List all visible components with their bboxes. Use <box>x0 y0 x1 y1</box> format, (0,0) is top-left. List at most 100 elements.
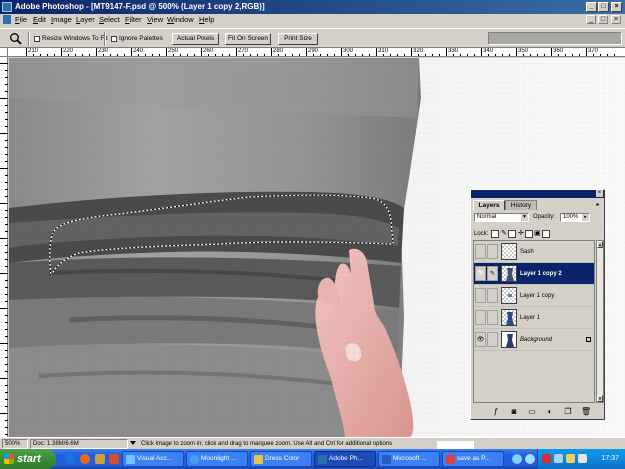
lock-all-checkbox[interactable] <box>542 230 550 238</box>
link-toggle[interactable] <box>487 288 498 303</box>
task-moonlight[interactable]: Moonlight ... <box>186 451 248 467</box>
add-mask-icon[interactable]: ◙ <box>509 407 519 417</box>
ruler-tick <box>5 147 8 148</box>
ruler-tick <box>5 245 8 246</box>
tray-icon-network[interactable] <box>554 454 563 463</box>
link-toggle[interactable] <box>487 244 498 259</box>
folder-icon[interactable] <box>95 454 105 464</box>
task-dress-color[interactable]: Dress Color <box>250 451 312 467</box>
fit-on-screen-button[interactable]: Fit On Screen <box>225 33 271 45</box>
task-microsoft[interactable]: Microsoft ... <box>378 451 440 467</box>
app-icon <box>126 455 135 464</box>
info-menu-arrow-icon[interactable] <box>130 441 136 445</box>
opacity-field[interactable]: 100% ▸ <box>560 213 590 222</box>
zoom-tool-icon[interactable] <box>9 32 23 45</box>
layers-scrollbar[interactable]: ▲ ▼ <box>596 240 604 403</box>
blend-mode-select[interactable]: Normal ▼ <box>474 213 529 222</box>
trash-icon[interactable]: 🗑 <box>581 407 591 417</box>
link-toggle[interactable] <box>487 332 498 347</box>
eye-icon[interactable]: 👁 <box>475 266 486 281</box>
ruler-major-tick <box>376 48 377 56</box>
ignore-palettes-checkbox[interactable] <box>111 36 117 42</box>
close-button[interactable]: × <box>611 2 622 12</box>
ruler-origin[interactable] <box>0 48 8 57</box>
ruler-minor-tick <box>187 54 188 56</box>
title-bar[interactable]: Adobe Photoshop - [MT9147-F.psd @ 500% (… <box>0 0 625 14</box>
task-adobe-photoshop[interactable]: Adobe Ph... <box>314 451 376 467</box>
scroll-down-icon[interactable]: ▼ <box>597 395 603 402</box>
menu-image[interactable]: Image <box>51 15 72 25</box>
eye-icon[interactable]: 👁 <box>475 332 486 347</box>
visibility-toggle[interactable] <box>475 288 486 303</box>
zoom-level-field[interactable]: 500% <box>2 439 28 449</box>
help-icon[interactable] <box>525 454 535 464</box>
visibility-toggle[interactable] <box>475 244 486 259</box>
lock-transparency-checkbox[interactable] <box>491 230 499 238</box>
layers-palette-titlebar[interactable]: × <box>471 190 604 198</box>
palette-menu-arrow[interactable]: ▸ <box>594 201 602 209</box>
tray-icon-volume[interactable] <box>578 454 587 463</box>
ruler-minor-tick <box>33 54 34 56</box>
language-icon[interactable] <box>512 454 522 464</box>
visibility-toggle[interactable] <box>475 310 486 325</box>
doc-minimize-button[interactable]: _ <box>586 15 596 24</box>
new-set-icon[interactable]: ▭ <box>527 407 537 417</box>
layer-row-layer-1-copy-2[interactable]: 👁 ✎ Layer 1 copy 2 <box>474 263 594 285</box>
app-icon <box>446 455 455 464</box>
firefox-icon[interactable] <box>80 454 90 464</box>
layer-style-icon[interactable]: ƒ <box>491 407 501 417</box>
menu-help[interactable]: Help <box>199 15 214 25</box>
clock[interactable]: 17:37 <box>601 449 619 469</box>
brush-icon[interactable]: ✎ <box>487 266 498 281</box>
palette-close-button[interactable]: × <box>596 190 603 197</box>
tray-icon-antivirus[interactable] <box>542 454 551 463</box>
menu-edit[interactable]: Edit <box>33 15 46 25</box>
document-icon[interactable] <box>3 15 11 24</box>
menu-window[interactable]: Window <box>167 15 194 25</box>
lock-label: Lock: <box>474 231 489 237</box>
palette-well[interactable] <box>488 32 622 45</box>
tab-history[interactable]: History <box>505 200 537 210</box>
ie-icon[interactable] <box>65 454 75 464</box>
menu-view[interactable]: View <box>147 15 163 25</box>
layer-row-background[interactable]: 👁 Background <box>474 329 594 351</box>
link-toggle[interactable] <box>487 310 498 325</box>
tray-icon-messenger[interactable] <box>566 454 575 463</box>
ruler-tick <box>5 350 8 351</box>
task-visual-acc[interactable]: Visual Acc... <box>122 451 184 467</box>
menu-select[interactable]: Select <box>99 15 120 25</box>
doc-restore-button[interactable]: □ <box>598 15 608 24</box>
layer-row-sash[interactable]: Sash <box>474 241 594 263</box>
maximize-button[interactable]: □ <box>598 2 609 12</box>
ruler-tick <box>0 168 8 169</box>
new-layer-icon[interactable]: ❐ <box>563 407 573 417</box>
ruler-minor-tick <box>257 54 258 56</box>
layer-row-layer-1-copy[interactable]: Layer 1 copy <box>474 285 594 307</box>
ruler-tick <box>0 343 8 344</box>
ruler-minor-tick <box>390 54 391 56</box>
photoshop-app-icon[interactable] <box>2 2 12 12</box>
ruler-minor-tick <box>264 54 265 56</box>
task-save-as[interactable]: save as P... <box>442 451 504 467</box>
ruler-tick <box>0 378 8 379</box>
menu-filter[interactable]: Filter <box>125 15 142 25</box>
tab-layers[interactable]: Layers <box>473 200 505 210</box>
resize-windows-checkbox[interactable] <box>34 36 40 42</box>
resize-windows-label: Resize Windows To Fit <box>42 35 108 42</box>
horizontal-ruler[interactable]: 210 220 230 240 250 260 270 280 290 300 310 320 330 3… <box>8 48 625 57</box>
scroll-up-icon[interactable]: ▲ <box>597 241 603 248</box>
lock-image-checkbox[interactable] <box>508 230 516 238</box>
media-icon[interactable] <box>109 454 119 464</box>
adjustment-layer-icon[interactable]: ◐ <box>545 407 555 417</box>
start-button[interactable]: start <box>0 449 56 469</box>
menu-file[interactable]: File <box>15 15 27 25</box>
actual-pixels-button[interactable]: Actual Pixels <box>172 33 219 45</box>
lock-position-checkbox[interactable] <box>525 230 533 238</box>
ruler-minor-tick <box>320 54 321 56</box>
minimize-button[interactable]: _ <box>586 2 597 12</box>
doc-close-button[interactable]: × <box>611 15 621 24</box>
menu-layer[interactable]: Layer <box>76 15 95 25</box>
vertical-ruler[interactable] <box>0 57 8 437</box>
layer-row-layer-1[interactable]: Layer 1 <box>474 307 594 329</box>
print-size-button[interactable]: Print Size <box>278 33 318 45</box>
